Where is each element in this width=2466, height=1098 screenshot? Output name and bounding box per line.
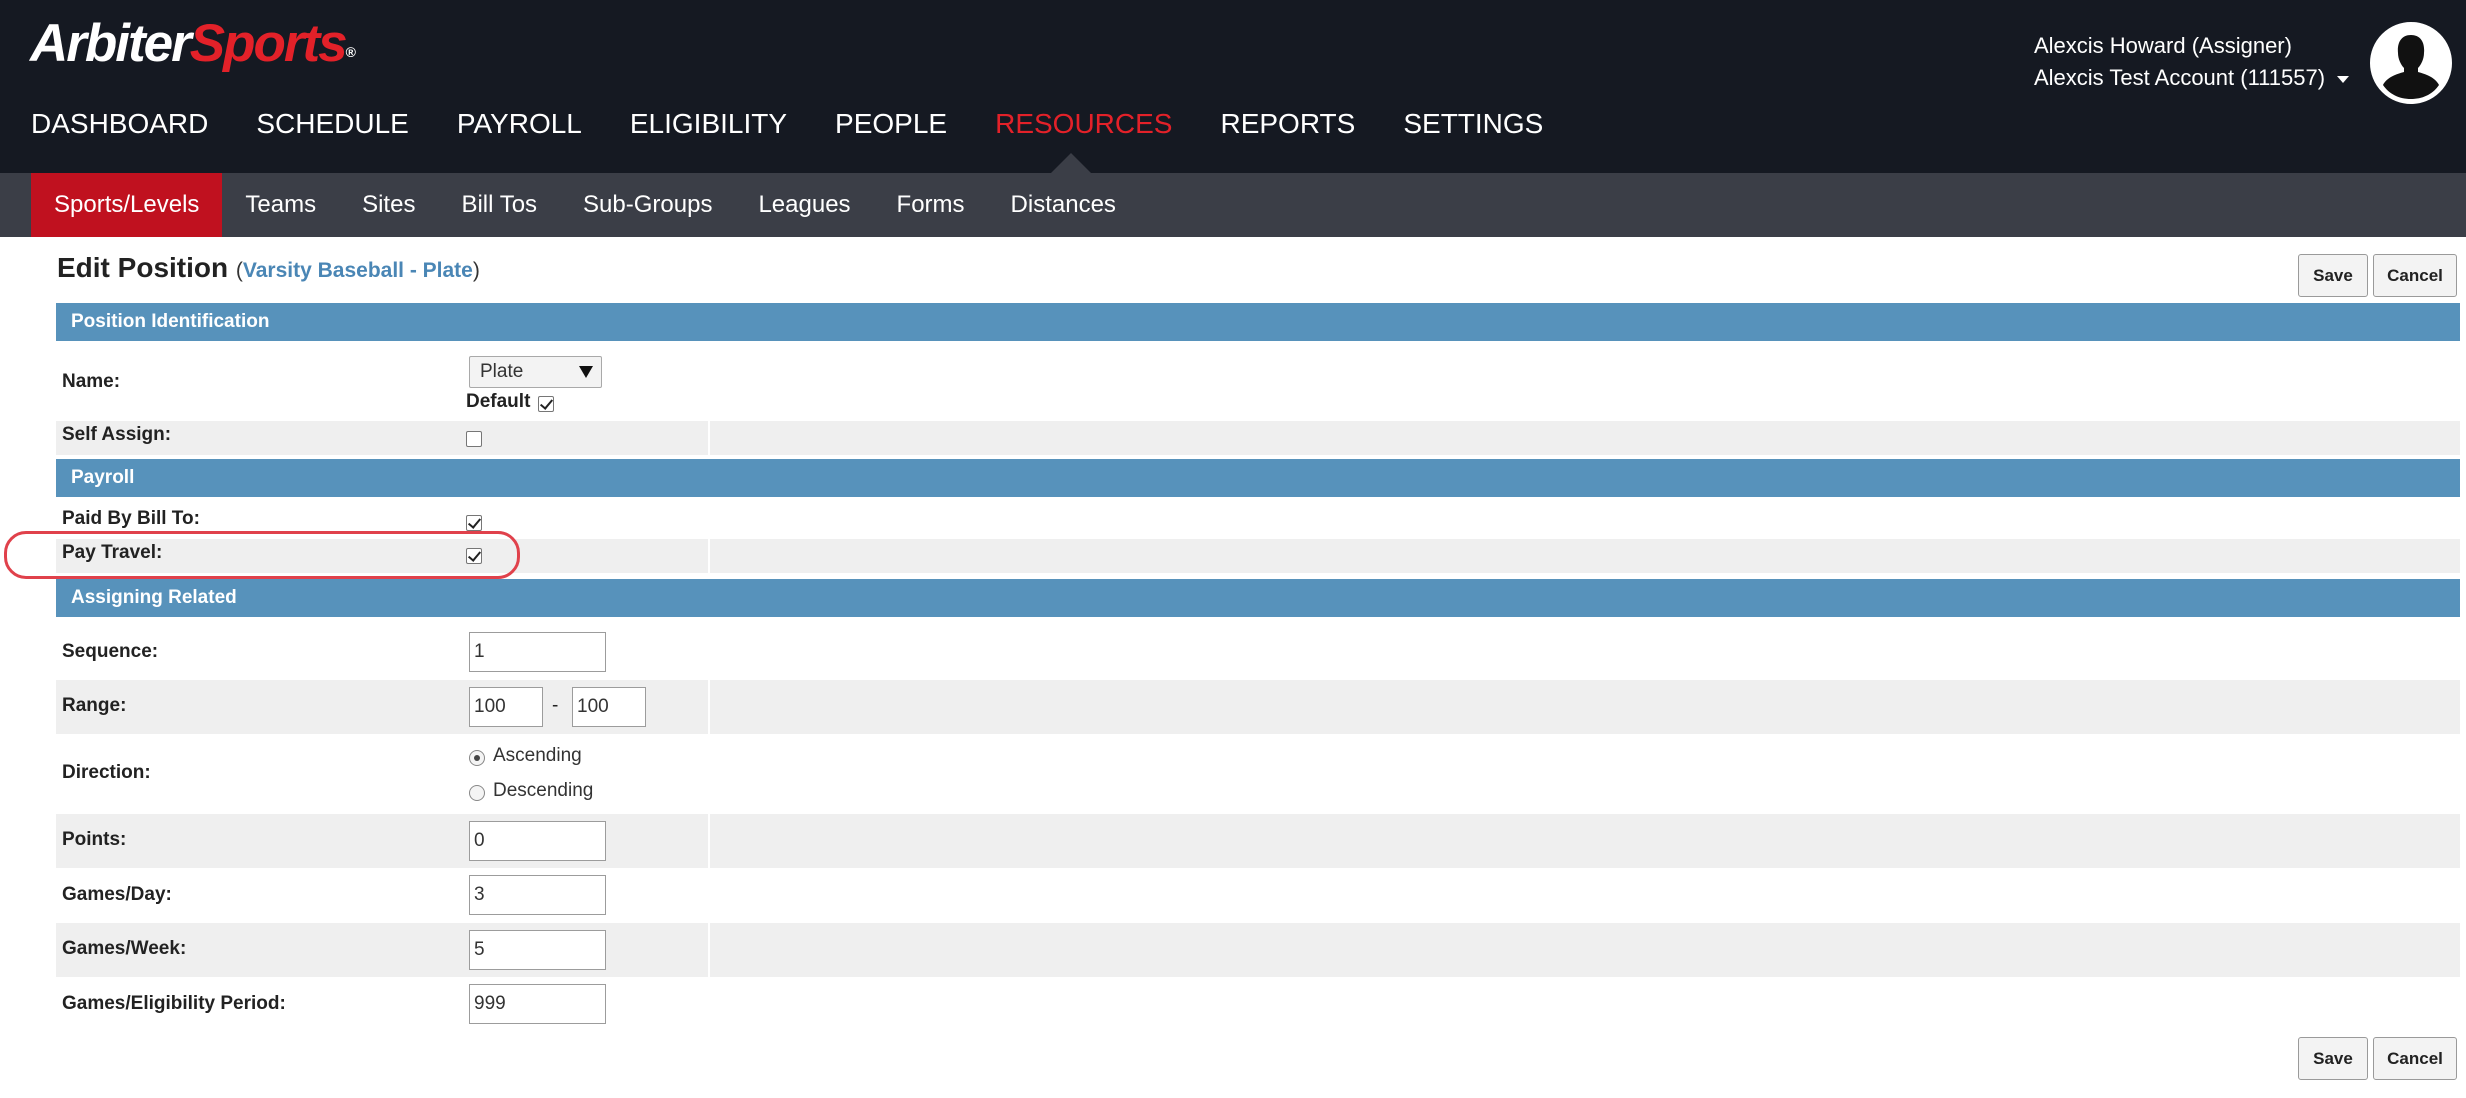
points-label: Points:: [62, 829, 127, 850]
subnav-distances[interactable]: Distances: [988, 173, 1139, 237]
name-select-value: Plate: [480, 361, 524, 382]
top-header: ArbiterSports® DASHBOARD SCHEDULE PAYROL…: [0, 0, 2466, 173]
active-nav-indicator: [1051, 153, 1091, 173]
nav-dashboard[interactable]: DASHBOARD: [31, 104, 208, 144]
subnav-bill-tos[interactable]: Bill Tos: [438, 173, 560, 237]
breadcrumb-close-paren: ): [472, 259, 480, 282]
page-title: Edit Position (Varsity Baseball - Plate): [57, 252, 480, 284]
cancel-button-top[interactable]: Cancel: [2373, 254, 2457, 297]
row-games-eligibility-period: Games/Eligibility Period: 999: [56, 977, 2460, 1031]
row-divider: [708, 539, 710, 573]
name-label: Name:: [62, 371, 121, 392]
self-assign-checkbox[interactable]: [466, 431, 482, 447]
points-input[interactable]: 0: [469, 821, 606, 861]
nav-people[interactable]: PEOPLE: [835, 104, 947, 144]
logo-text-arbiter: Arbiter: [30, 14, 192, 73]
cancel-button-bottom[interactable]: Cancel: [2373, 1037, 2457, 1080]
user-name: Alexcis Howard (Assigner): [2034, 33, 2292, 58]
row-range: Range: 100 - 100: [56, 680, 2460, 734]
row-divider: [708, 421, 710, 455]
logo-text-sports: Sports: [189, 14, 348, 73]
arbitersports-logo[interactable]: ArbiterSports®: [30, 14, 356, 74]
range-label: Range:: [62, 695, 127, 716]
range-to-input[interactable]: 100: [572, 687, 646, 727]
paid-by-bill-to-label: Paid By Bill To:: [62, 508, 200, 529]
subnav-leagues[interactable]: Leagues: [735, 173, 873, 237]
games-day-label: Games/Day:: [62, 884, 172, 905]
games-week-input[interactable]: 5: [469, 930, 606, 970]
section-assigning-related: Assigning Related: [56, 579, 2460, 617]
row-divider: [708, 814, 710, 868]
breadcrumb-open-paren: (: [235, 259, 243, 282]
sequence-input[interactable]: 1: [469, 632, 606, 672]
default-checkbox[interactable]: [538, 396, 554, 412]
games-day-input[interactable]: 3: [469, 875, 606, 915]
pay-travel-checkbox[interactable]: [466, 548, 482, 564]
row-paid-by-bill-to: Paid By Bill To:: [56, 506, 2460, 538]
nav-reports[interactable]: REPORTS: [1220, 104, 1355, 144]
nav-payroll[interactable]: PAYROLL: [457, 104, 582, 144]
avatar-icon[interactable]: [2370, 22, 2452, 104]
games-period-input[interactable]: 999: [469, 984, 606, 1024]
nav-eligibility[interactable]: ELIGIBILITY: [630, 104, 787, 144]
breadcrumb-link[interactable]: Varsity Baseball - Plate: [243, 259, 473, 282]
save-button-bottom[interactable]: Save: [2298, 1037, 2368, 1080]
range-from-input[interactable]: 100: [469, 687, 543, 727]
direction-label: Direction:: [62, 762, 151, 783]
pay-travel-label: Pay Travel:: [62, 542, 163, 563]
self-assign-label: Self Assign:: [62, 424, 172, 445]
caret-down-icon: [2337, 75, 2350, 83]
section-payroll: Payroll: [56, 459, 2460, 497]
row-divider: [708, 923, 710, 977]
direction-descending-label[interactable]: Descending: [493, 780, 593, 802]
nav-resources[interactable]: RESOURCES: [995, 104, 1172, 144]
account-selector[interactable]: Alexcis Test Account (111557): [2034, 62, 2350, 94]
direction-ascending-radio[interactable]: [469, 750, 485, 766]
row-divider: [708, 680, 710, 734]
sequence-label: Sequence:: [62, 641, 159, 662]
subnav-sports-levels[interactable]: Sports/Levels: [31, 173, 223, 237]
subnav-teams[interactable]: Teams: [222, 173, 339, 237]
account-name: Alexcis Test Account (111557): [2034, 65, 2326, 90]
user-menu[interactable]: Alexcis Howard (Assigner) Alexcis Test A…: [2034, 30, 2350, 94]
page-title-text: Edit Position: [57, 252, 229, 283]
row-name: Name: Plate Default: [56, 341, 2460, 421]
row-points: Points: 0: [56, 814, 2460, 868]
dropdown-arrow-icon: [579, 366, 593, 378]
save-button-top[interactable]: Save: [2298, 254, 2368, 297]
row-pay-travel: Pay Travel:: [56, 539, 2460, 573]
logo-trademark: ®: [345, 44, 356, 60]
range-separator: -: [552, 695, 559, 716]
default-label: Default: [466, 391, 531, 412]
direction-ascending-label[interactable]: Ascending: [493, 745, 582, 767]
games-period-label: Games/Eligibility Period:: [62, 993, 286, 1014]
row-self-assign: Self Assign:: [56, 421, 2460, 455]
sub-nav: Sports/Levels Teams Sites Bill Tos Sub-G…: [0, 173, 2466, 237]
nav-settings[interactable]: SETTINGS: [1403, 104, 1543, 144]
section-position-identification: Position Identification: [56, 303, 2460, 341]
games-week-label: Games/Week:: [62, 938, 187, 959]
subnav-sub-groups[interactable]: Sub-Groups: [560, 173, 735, 237]
subnav-sites[interactable]: Sites: [339, 173, 438, 237]
row-games-day: Games/Day: 3: [56, 868, 2460, 922]
main-nav: DASHBOARD SCHEDULE PAYROLL ELIGIBILITY P…: [31, 104, 1543, 144]
row-games-week: Games/Week: 5: [56, 923, 2460, 977]
row-sequence: Sequence: 1: [56, 625, 2460, 679]
direction-descending-radio[interactable]: [469, 785, 485, 801]
nav-schedule[interactable]: SCHEDULE: [256, 104, 408, 144]
subnav-forms[interactable]: Forms: [874, 173, 988, 237]
paid-by-bill-to-checkbox[interactable]: [466, 515, 482, 531]
name-select[interactable]: Plate: [469, 356, 602, 388]
row-direction: Direction: Ascending Descending: [56, 734, 2460, 814]
